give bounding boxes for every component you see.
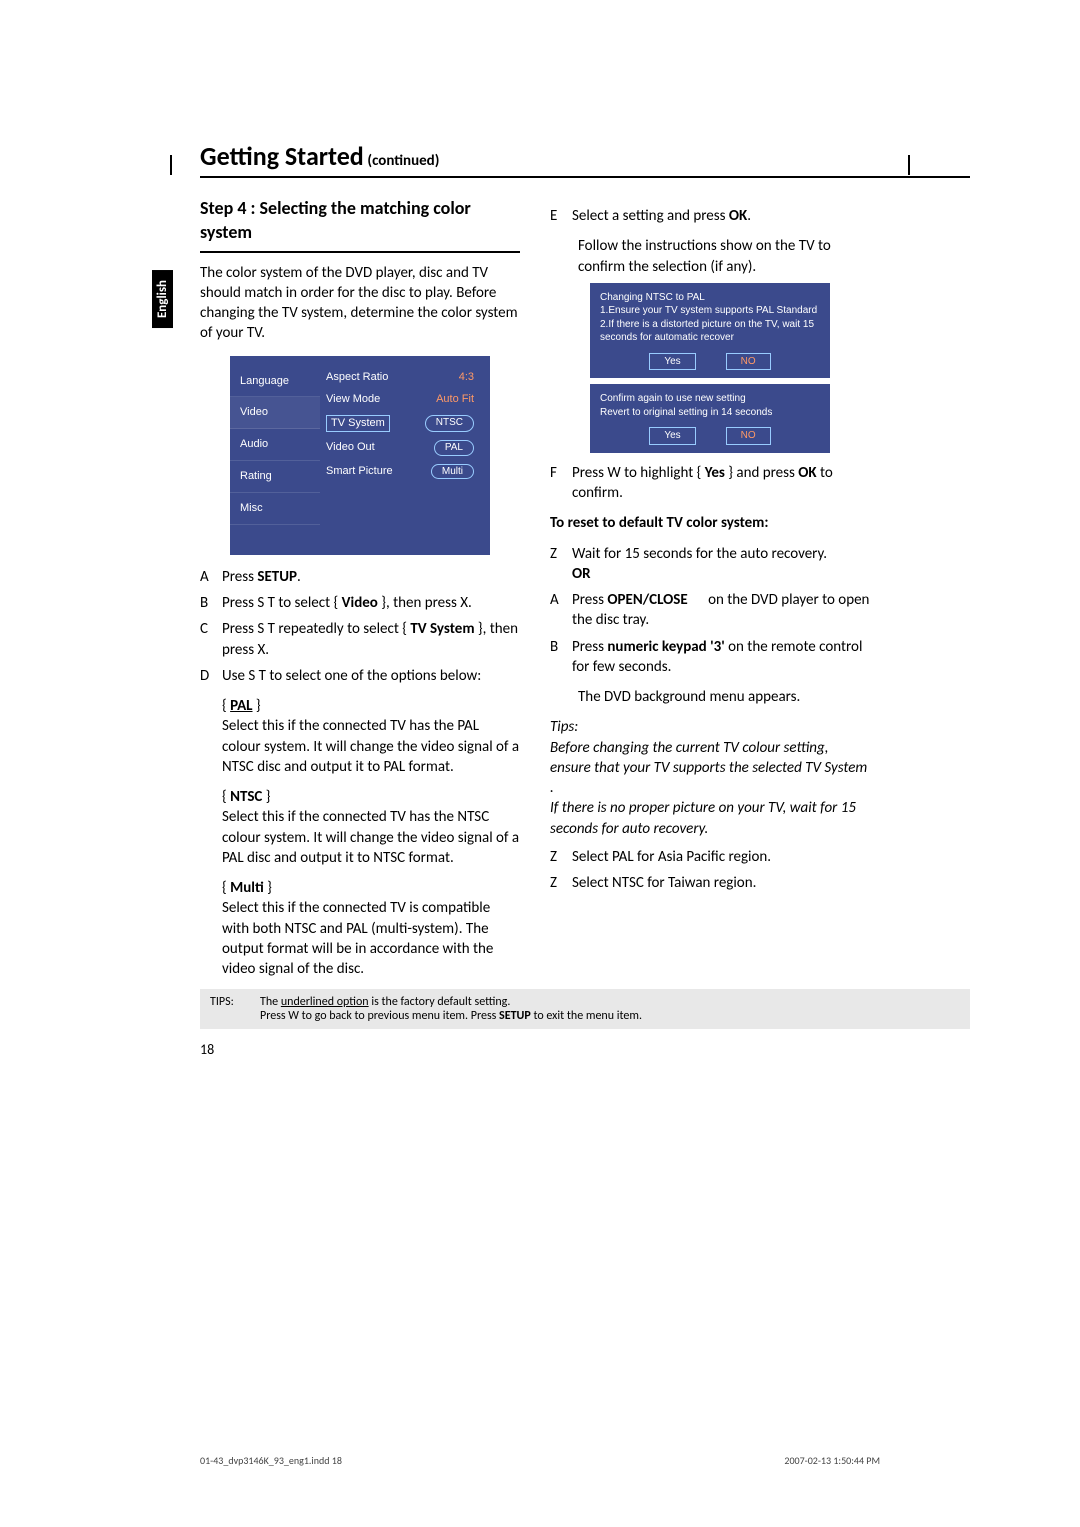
dialog-yes-button: Yes xyxy=(649,427,695,445)
option-pal: { PAL } Select this if the connected TV … xyxy=(222,696,520,777)
right-column: ESelect a setting and press OK. Follow t… xyxy=(550,196,870,989)
osd-menu-item: Video xyxy=(230,397,320,429)
dialog-confirm: Confirm again to use new setting Revert … xyxy=(590,384,830,453)
left-column: Step 4 : Selecting the matching color sy… xyxy=(200,196,520,989)
language-tab: English xyxy=(152,270,173,328)
reset-heading: To reset to default TV color system: xyxy=(550,513,870,533)
crop-mark xyxy=(170,155,172,175)
osd-menu-item: Audio xyxy=(230,429,320,461)
dialog-change-ntsc-pal: Changing NTSC to PAL 1.Ensure your TV sy… xyxy=(590,283,830,379)
print-footer: 01-43_dvp3146K_93_eng1.indd 18 2007-02-1… xyxy=(110,1454,970,1467)
step-title: Step 4 : Selecting the matching color sy… xyxy=(200,196,520,253)
step-text: Press S T repeatedly to select { TV Syst… xyxy=(222,619,520,660)
option-ntsc: { NTSC } Select this if the connected TV… xyxy=(222,787,520,868)
osd-menu: Language Video Audio Rating Misc xyxy=(230,366,320,525)
dialog-no-button: NO xyxy=(726,427,771,445)
intro-text: The color system of the DVD player, disc… xyxy=(200,263,520,344)
header-title: Getting Started xyxy=(200,140,364,172)
option-multi: { Multi } Select this if the connected T… xyxy=(222,878,520,979)
step-f: Press W to highlight { Yes } and press O… xyxy=(572,463,870,504)
osd-menu-item: Misc xyxy=(230,493,320,525)
step-e: Select a setting and press OK. xyxy=(572,206,751,226)
dialog-yes-button: Yes xyxy=(649,353,695,371)
step-e-sub: Follow the instructions show on the TV t… xyxy=(578,236,870,277)
osd-options: Aspect Ratio4:3 View ModeAuto Fit TV Sys… xyxy=(320,366,490,525)
header-continued: (continued) xyxy=(367,152,439,170)
step-text: Use S T to select one of the options bel… xyxy=(222,666,481,686)
reset-sub: The DVD background menu appears. xyxy=(578,687,870,707)
step-text: Press SETUP. xyxy=(222,567,301,587)
tips-footer: TIPS: The underlined option is the facto… xyxy=(200,989,970,1029)
step-text: Press S T to select { Video }, then pres… xyxy=(222,593,472,613)
dialog-no-button: NO xyxy=(726,353,771,371)
osd-screenshot: Language Video Audio Rating Misc Aspect … xyxy=(230,356,490,555)
step-list: APress SETUP. BPress S T to select { Vid… xyxy=(200,567,520,686)
crop-mark xyxy=(908,155,910,175)
page-number: 18 xyxy=(200,1041,970,1058)
section-header: Getting Started (continued) xyxy=(200,140,970,178)
osd-menu-item: Language xyxy=(230,366,320,398)
osd-menu-item: Rating xyxy=(230,461,320,493)
tips-block: Tips: Before changing the current TV col… xyxy=(550,717,870,839)
